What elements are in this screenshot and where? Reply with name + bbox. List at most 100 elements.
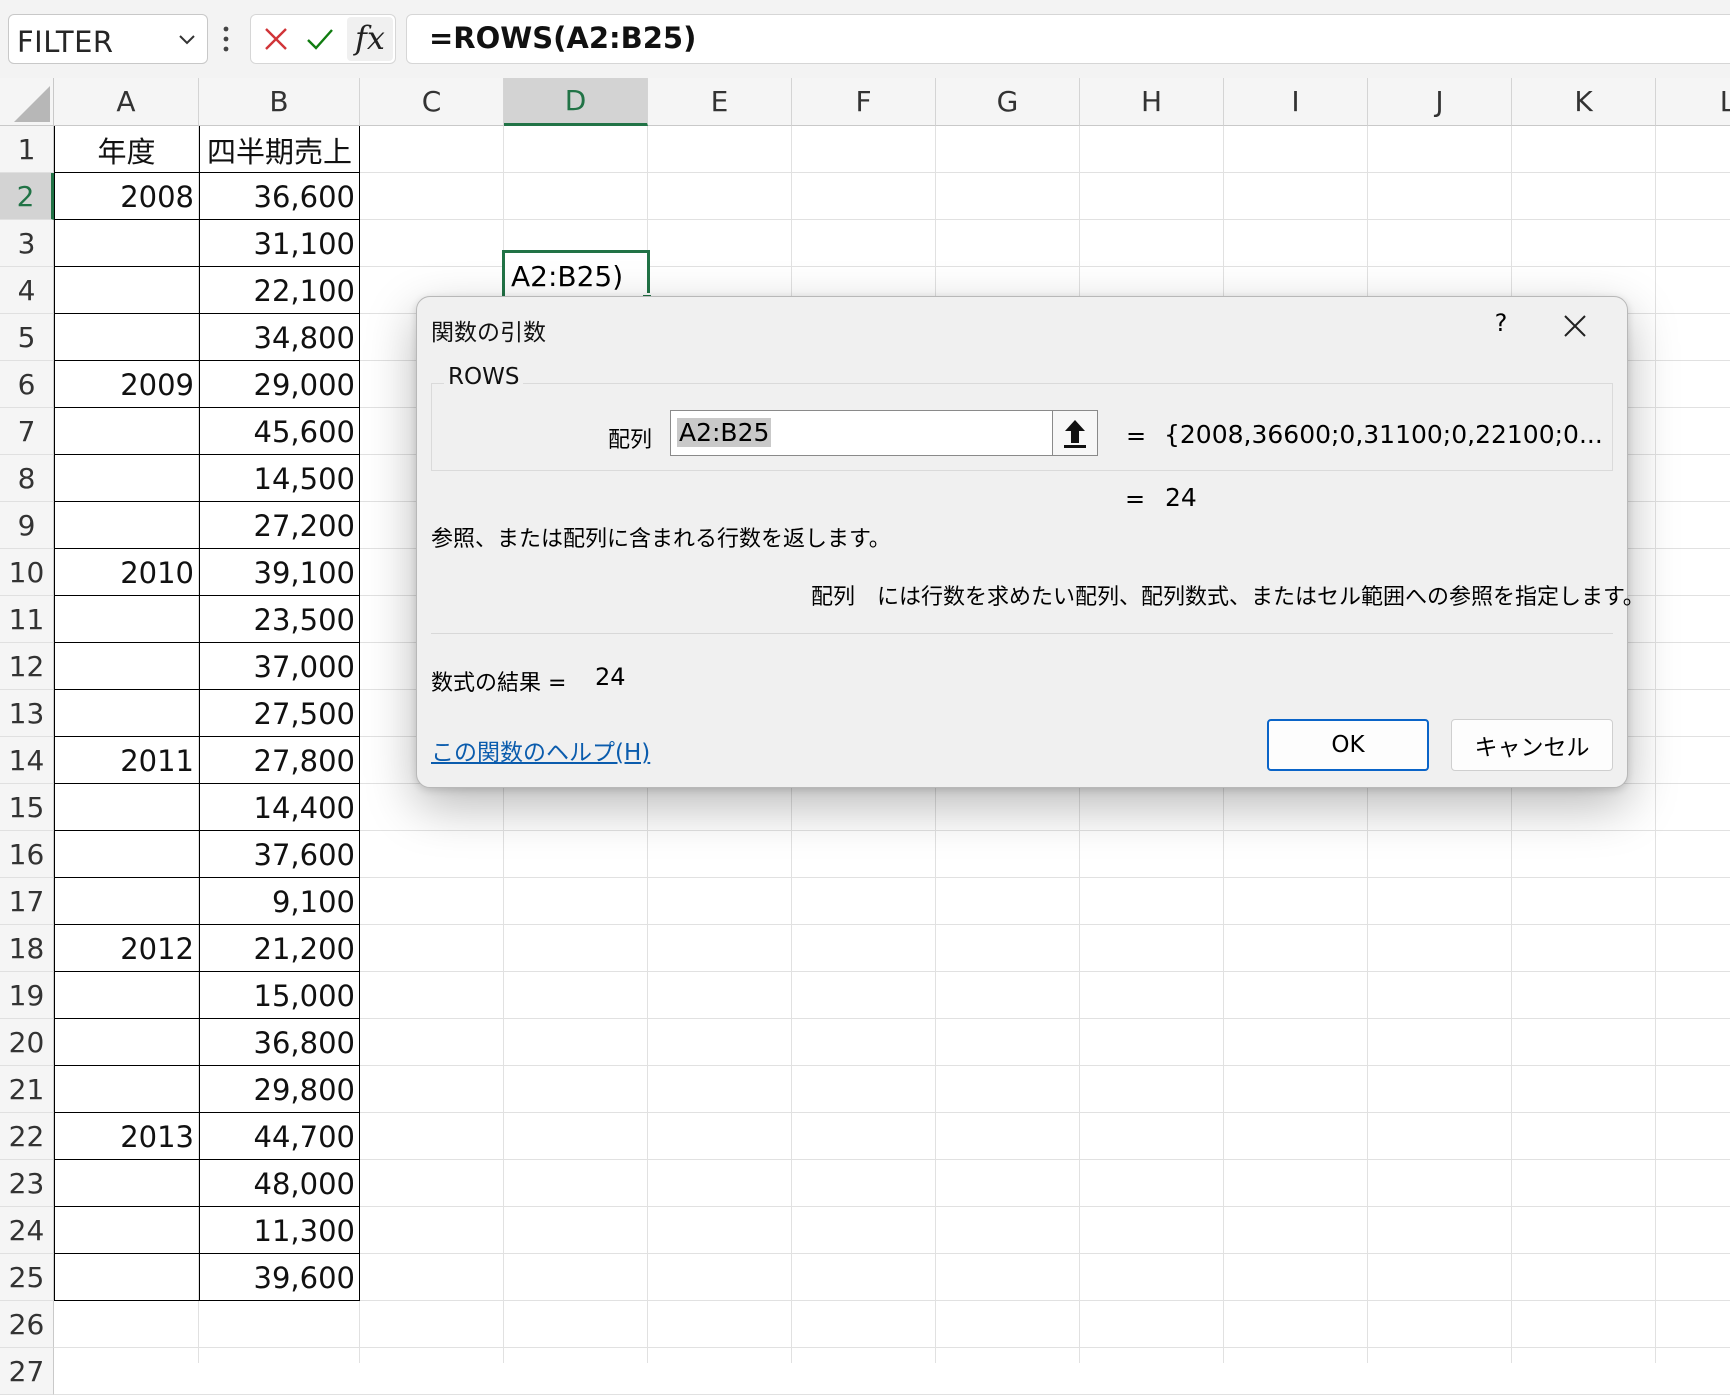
cell-b20[interactable]: 36,800 [199, 1019, 360, 1066]
row-header-25[interactable]: 25 [0, 1254, 54, 1301]
row-header-12[interactable]: 12 [0, 643, 54, 690]
check-icon[interactable] [305, 24, 335, 54]
column-header-d[interactable]: D [504, 78, 648, 126]
row-header-14[interactable]: 14 [0, 737, 54, 784]
row-header-15[interactable]: 15 [0, 784, 54, 831]
fx-icon[interactable]: fx [355, 19, 385, 57]
cell-a15[interactable] [54, 784, 199, 831]
close-icon[interactable] [261, 24, 291, 54]
row-header-7[interactable]: 7 [0, 408, 54, 455]
row-header-11[interactable]: 11 [0, 596, 54, 643]
column-header-a[interactable]: A [54, 78, 199, 126]
row-header-3[interactable]: 3 [0, 220, 54, 267]
row-header-13[interactable]: 13 [0, 690, 54, 737]
cell-a13[interactable] [54, 690, 199, 737]
cell-b24[interactable]: 11,300 [199, 1207, 360, 1254]
ok-button[interactable]: OK [1267, 719, 1429, 771]
cell-b14[interactable]: 27,800 [199, 737, 360, 784]
formula-input[interactable]: =ROWS(A2:B25) [406, 14, 1730, 64]
cell-b10[interactable]: 39,100 [199, 549, 360, 596]
cell-a12[interactable] [54, 643, 199, 690]
column-header-i[interactable]: I [1224, 78, 1368, 126]
row-header-20[interactable]: 20 [0, 1019, 54, 1066]
select-all-button[interactable] [0, 78, 54, 126]
cell-b2[interactable]: 36,600 [199, 173, 360, 220]
cell-a9[interactable] [54, 502, 199, 549]
row-header-21[interactable]: 21 [0, 1066, 54, 1113]
cell-a5[interactable] [54, 314, 199, 361]
row-header-17[interactable]: 17 [0, 878, 54, 925]
cell-a22[interactable]: 2013 [54, 1113, 199, 1160]
array-argument-input[interactable]: A2:B25 [670, 410, 1098, 456]
cell-b18[interactable]: 21,200 [199, 925, 360, 972]
cell-b25[interactable]: 39,600 [199, 1254, 360, 1301]
cell-b16[interactable]: 37,600 [199, 831, 360, 878]
cell-b22[interactable]: 44,700 [199, 1113, 360, 1160]
cell-b15[interactable]: 14,400 [199, 784, 360, 831]
cell-b21[interactable]: 29,800 [199, 1066, 360, 1113]
cell-b3[interactable]: 31,100 [199, 220, 360, 267]
cell-b11[interactable]: 23,500 [199, 596, 360, 643]
cell-a17[interactable] [54, 878, 199, 925]
column-header-j[interactable]: J [1368, 78, 1512, 126]
cell-a8[interactable] [54, 455, 199, 502]
row-header-27[interactable]: 27 [0, 1348, 54, 1395]
cell-b9[interactable]: 27,200 [199, 502, 360, 549]
cell-a14[interactable]: 2011 [54, 737, 199, 784]
column-header-g[interactable]: G [936, 78, 1080, 126]
cell-a19[interactable] [54, 972, 199, 1019]
cell-a4[interactable] [54, 267, 199, 314]
row-header-10[interactable]: 10 [0, 549, 54, 596]
cell-b6[interactable]: 29,000 [199, 361, 360, 408]
cell-b5[interactable]: 34,800 [199, 314, 360, 361]
row-header-1[interactable]: 1 [0, 126, 54, 173]
row-header-9[interactable]: 9 [0, 502, 54, 549]
row-header-4[interactable]: 4 [0, 267, 54, 314]
row-header-19[interactable]: 19 [0, 972, 54, 1019]
cell-a3[interactable] [54, 220, 199, 267]
cell-b13[interactable]: 27,500 [199, 690, 360, 737]
column-header-f[interactable]: F [792, 78, 936, 126]
row-header-23[interactable]: 23 [0, 1160, 54, 1207]
row-header-26[interactable]: 26 [0, 1301, 54, 1348]
row-header-6[interactable]: 6 [0, 361, 54, 408]
chevron-down-icon[interactable] [175, 27, 199, 51]
help-button[interactable]: ? [1481, 309, 1521, 345]
column-header-e[interactable]: E [648, 78, 792, 126]
cell-b19[interactable]: 15,000 [199, 972, 360, 1019]
cell-a24[interactable] [54, 1207, 199, 1254]
collapse-dialog-icon[interactable] [1052, 411, 1097, 455]
row-header-24[interactable]: 24 [0, 1207, 54, 1254]
row-header-5[interactable]: 5 [0, 314, 54, 361]
function-help-link[interactable]: この関数のヘルプ(H) [431, 733, 650, 767]
cell-b8[interactable]: 14,500 [199, 455, 360, 502]
row-header-22[interactable]: 22 [0, 1113, 54, 1160]
cell-a10[interactable]: 2010 [54, 549, 199, 596]
cell-a2[interactable]: 2008 [54, 173, 199, 220]
row-header-8[interactable]: 8 [0, 455, 54, 502]
cell-a6[interactable]: 2009 [54, 361, 199, 408]
column-header-c[interactable]: C [360, 78, 504, 126]
close-icon[interactable] [1553, 307, 1597, 347]
cell-a20[interactable] [54, 1019, 199, 1066]
cell-b17[interactable]: 9,100 [199, 878, 360, 925]
column-header-k[interactable]: K [1512, 78, 1656, 126]
row-header-16[interactable]: 16 [0, 831, 54, 878]
cell-b7[interactable]: 45,600 [199, 408, 360, 455]
cancel-button[interactable]: キャンセル [1451, 719, 1613, 771]
column-header-b[interactable]: B [199, 78, 360, 126]
cell-b12[interactable]: 37,000 [199, 643, 360, 690]
name-box[interactable]: FILTER [8, 14, 208, 64]
column-header-l[interactable]: L [1656, 78, 1730, 126]
cell-a7[interactable] [54, 408, 199, 455]
row-header-18[interactable]: 18 [0, 925, 54, 972]
cell-a16[interactable] [54, 831, 199, 878]
row-header-2[interactable]: 2 [0, 173, 54, 220]
cell-a11[interactable] [54, 596, 199, 643]
cell-a25[interactable] [54, 1254, 199, 1301]
more-options-icon[interactable] [222, 24, 230, 54]
cell-a23[interactable] [54, 1160, 199, 1207]
cell-a18[interactable]: 2012 [54, 925, 199, 972]
active-cell-d2[interactable]: A2:B25) [502, 250, 653, 305]
column-header-h[interactable]: H [1080, 78, 1224, 126]
